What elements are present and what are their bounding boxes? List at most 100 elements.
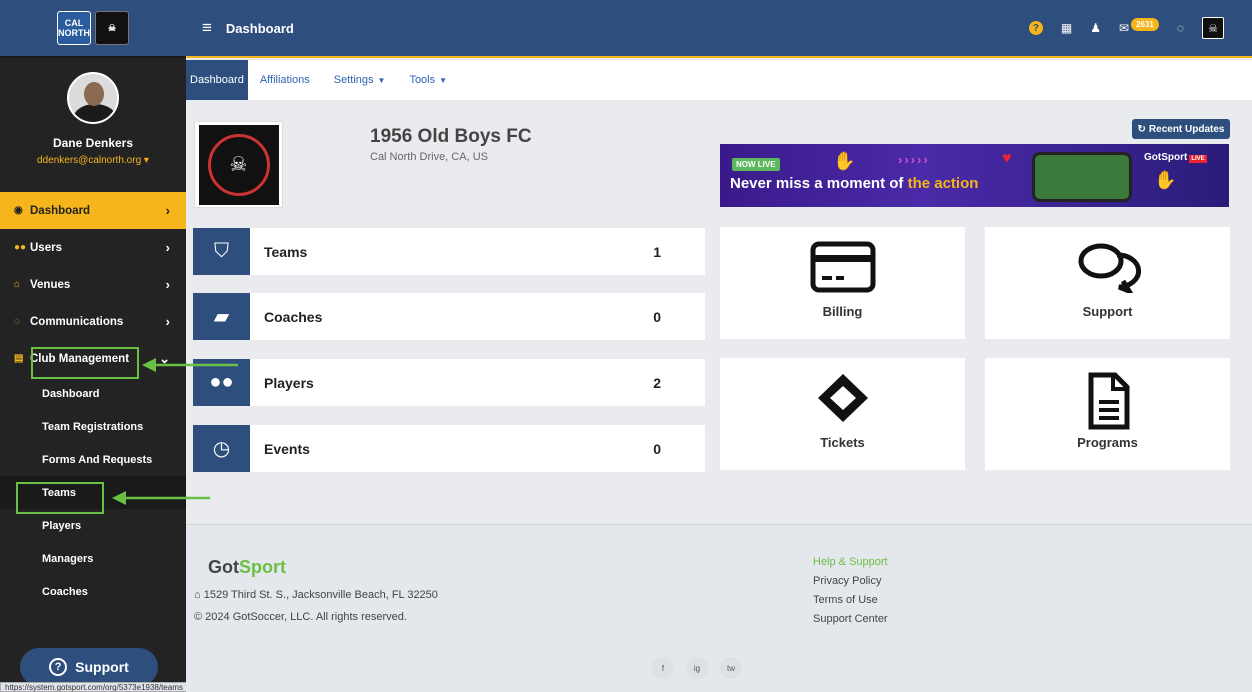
tab-dashboard[interactable]: Dashboard [186, 60, 248, 100]
users-icon: ●● [14, 242, 27, 253]
social-links: f ig tw [652, 657, 742, 679]
shield-icon: ⛉ [193, 228, 250, 275]
stat-label: Players [264, 374, 314, 391]
stat-events[interactable]: ◷ Events 0 [193, 425, 705, 472]
help-circle-icon: ? [49, 658, 68, 676]
club-logo: ☠ [194, 121, 283, 208]
recent-updates-button[interactable]: ↻ Recent Updates [1132, 119, 1230, 139]
arrows-icon: ››››› [898, 152, 930, 167]
tile-programs[interactable]: Programs [985, 358, 1230, 470]
mail-icon: ✉ [1119, 21, 1130, 35]
sidebar-item-label: Communications [30, 315, 124, 328]
caret-down-icon: ▾ [143, 155, 149, 166]
stat-count: 2 [653, 374, 661, 391]
tab-settings[interactable]: Settings ▼ [322, 60, 398, 100]
old-boys-logo[interactable]: ☠ [95, 11, 129, 45]
logo-text-a: Got [208, 557, 239, 577]
sub-item-team-registrations[interactable]: Team Registrations [0, 410, 186, 443]
logo-text-b: Sport [239, 557, 286, 577]
phone-image [1032, 152, 1132, 202]
document-icon [1088, 372, 1129, 430]
support-button-label: Support [75, 659, 129, 675]
cal-north-logo[interactable]: CAL NORTH [57, 11, 91, 45]
privacy-policy-link[interactable]: Privacy Policy [813, 572, 888, 591]
sub-item-managers[interactable]: Managers [0, 542, 186, 575]
stat-count: 0 [653, 440, 661, 457]
twitter-icon[interactable]: tw [720, 657, 742, 679]
stat-teams[interactable]: ⛉ Teams 1 [193, 228, 705, 275]
home-icon: ⌂ [194, 589, 201, 601]
footer-links: Help & Support Privacy Policy Terms of U… [813, 553, 888, 629]
user-email-dropdown[interactable]: ddenkers@calnorth.org ▾ [0, 155, 186, 166]
book-icon: ▰ [193, 293, 250, 340]
sub-item-players[interactable]: Players [0, 509, 186, 542]
stat-label: Teams [264, 243, 308, 260]
chat-icon[interactable]: ◌ [1177, 21, 1184, 35]
sidebar-item-venues[interactable]: ⌂ Venues › [0, 266, 186, 303]
tile-label: Billing [822, 304, 863, 319]
chevron-down-icon: ⌄ [159, 350, 170, 366]
club-switcher-icon[interactable]: ☠ [1202, 17, 1224, 39]
home-icon: ⌂ [14, 279, 21, 290]
chevron-right-icon: › [165, 203, 170, 218]
mail-button[interactable]: ✉ 2631 [1119, 17, 1159, 35]
user-icon[interactable]: ♟ [1090, 21, 1101, 35]
sub-item-forms-and-requests[interactable]: Forms And Requests [0, 443, 186, 476]
support-center-link[interactable]: Support Center [813, 610, 888, 629]
banner-brand-text: GotSport [1144, 152, 1188, 163]
user-profile: Dane Denkers ddenkers@calnorth.org ▾ [0, 58, 186, 192]
hands-icon: ✋ [833, 151, 856, 171]
tab-bar: Dashboard Affiliations Settings ▼ Tools ▼ [186, 60, 1252, 100]
tile-label: Programs [1077, 435, 1138, 450]
avatar[interactable] [67, 72, 119, 124]
tab-affiliations[interactable]: Affiliations [248, 60, 322, 100]
sub-item-teams[interactable]: Teams [0, 476, 186, 509]
footer: GotSport ⌂ 1529 Third St. S., Jacksonvil… [186, 524, 1252, 692]
top-bar: ≡ Dashboard ? ▦ ♟ ✉ 2631 ◌ ☠ [186, 0, 1252, 58]
sidebar-item-dashboard[interactable]: ◉ Dashboard › [0, 192, 186, 229]
support-button[interactable]: ? Support [20, 648, 158, 686]
footer-copyright: © 2024 GotSoccer, LLC. All rights reserv… [194, 611, 407, 623]
live-badge: LIVE [1189, 155, 1207, 163]
tile-billing[interactable]: Billing [720, 227, 965, 339]
refresh-icon: ↻ [1137, 123, 1146, 135]
sidebar-item-label: Club Management [30, 352, 130, 365]
banner-text-main: Never miss a moment of [730, 175, 904, 192]
sidebar-item-users[interactable]: ●● Users › [0, 229, 186, 266]
tab-tools[interactable]: Tools ▼ [397, 60, 459, 100]
sidebar-item-communications[interactable]: ◌ Communications › [0, 303, 186, 340]
sub-item-coaches[interactable]: Coaches [0, 575, 186, 608]
top-icons: ? ▦ ♟ ✉ 2631 ◌ ☠ [1028, 17, 1224, 39]
facebook-icon[interactable]: f [652, 657, 674, 679]
banner-headline: Never miss a moment of the action [730, 175, 978, 192]
promo-banner[interactable]: NOW LIVE ✋ ››››› ♥ Never miss a moment o… [720, 144, 1229, 207]
sidebar: CAL NORTH ☠ Dane Denkers ddenkers@calnor… [0, 0, 186, 692]
menu-icon[interactable]: ≡ [202, 18, 212, 38]
caret-down-icon: ▼ [377, 75, 386, 85]
tile-tickets[interactable]: Tickets [720, 358, 965, 470]
stat-coaches[interactable]: ▰ Coaches 0 [193, 293, 705, 340]
stat-players[interactable]: ●● Players 2 [193, 359, 705, 406]
sub-item-dashboard[interactable]: Dashboard [0, 377, 186, 410]
stat-count: 0 [653, 308, 661, 325]
credit-card-icon [810, 241, 875, 293]
stat-label: Events [264, 440, 310, 457]
page-title: Dashboard [225, 20, 294, 36]
tile-support[interactable]: Support [985, 227, 1230, 339]
help-support-link[interactable]: Help & Support [813, 553, 888, 572]
qr-code-icon[interactable]: ▦ [1061, 21, 1072, 35]
help-icon[interactable]: ? [1028, 21, 1043, 35]
tile-label: Tickets [820, 435, 865, 450]
chevron-right-icon: › [165, 314, 170, 329]
club-icon: ▤ [14, 353, 24, 364]
caret-down-icon: ▼ [439, 75, 448, 85]
sidebar-item-club-management[interactable]: ▤ Club Management ⌄ [0, 340, 186, 377]
terms-of-use-link[interactable]: Terms of Use [813, 591, 888, 610]
instagram-icon[interactable]: ig [686, 657, 708, 679]
banner-text-highlight: the action [903, 175, 979, 192]
tile-label: Support [1082, 304, 1133, 319]
chevron-right-icon: › [165, 240, 170, 255]
gotsport-logo: GotSport [208, 557, 286, 578]
clock-icon: ◷ [193, 425, 250, 472]
heart-icon: ♥ [1002, 150, 1012, 167]
